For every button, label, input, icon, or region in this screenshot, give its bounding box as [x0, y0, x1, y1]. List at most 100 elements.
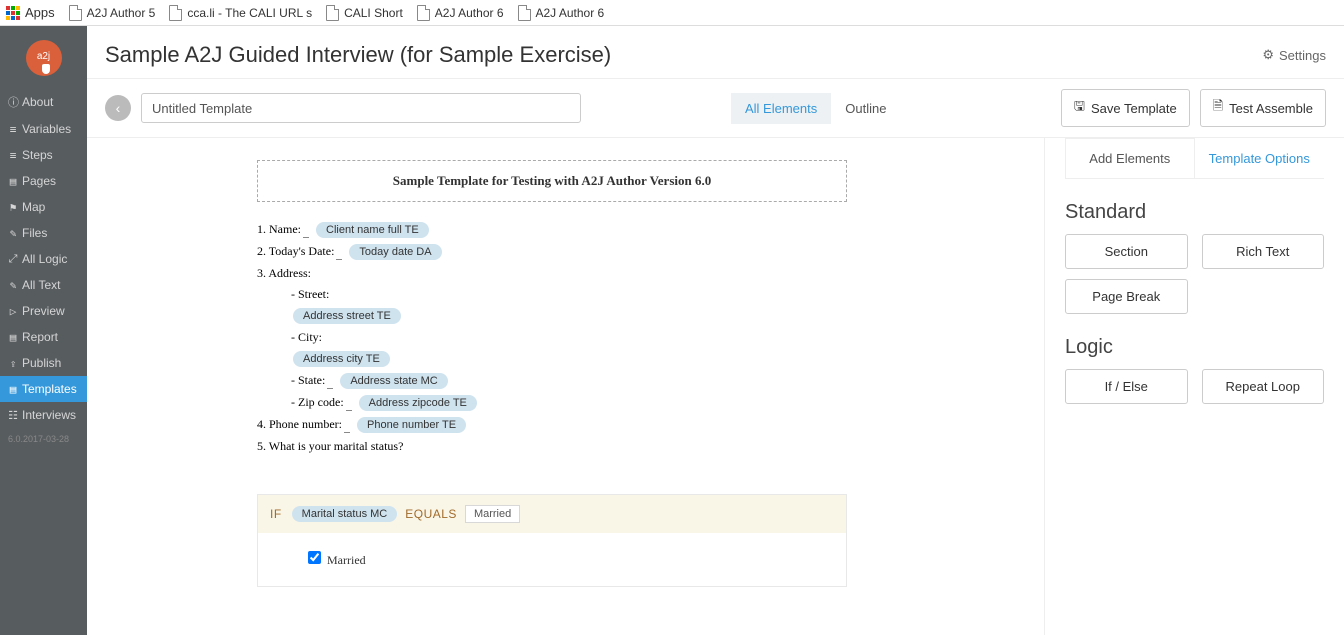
tab-outline[interactable]: Outline [831, 93, 900, 124]
map-icon: ⚑ [8, 201, 18, 214]
templates-icon: ▤ [8, 383, 18, 396]
doc-icon [518, 5, 531, 21]
married-checkbox[interactable] [308, 551, 321, 564]
header: Sample A2J Guided Interview (for Sample … [87, 26, 1344, 79]
back-button[interactable]: ‹ [105, 95, 131, 121]
add-section-button[interactable]: Section [1065, 234, 1188, 269]
sidebar-item-map[interactable]: ⚑ Map [0, 194, 87, 220]
form-line[interactable]: 1. Name: Client name full TE [257, 222, 847, 238]
sidebar-item-all-text[interactable]: ✎ All Text [0, 272, 87, 298]
sidebar-item-about[interactable]: ⓘ About [0, 88, 87, 116]
sidebar-item-label: Publish [22, 356, 61, 370]
doc-icon [69, 5, 82, 21]
gear-icon: ⚙ [1262, 47, 1274, 63]
equals-keyword: EQUALS [405, 507, 457, 521]
sidebar-item-label: Map [22, 200, 45, 214]
add-repeatloop-button[interactable]: Repeat Loop [1202, 369, 1325, 404]
form-line[interactable]: - City: [291, 330, 847, 345]
sidebar-item-interviews[interactable]: ☷ Interviews [0, 402, 87, 428]
form-line[interactable]: Address street TE [291, 308, 847, 324]
variable-chip[interactable]: Client name full TE [316, 222, 429, 238]
panel-tab-add-elements[interactable]: Add Elements [1065, 138, 1195, 178]
bookmark-item[interactable]: A2J Author 6 [417, 5, 504, 21]
settings-button[interactable]: ⚙ Settings [1262, 47, 1326, 63]
bookmark-item[interactable]: A2J Author 5 [69, 5, 156, 21]
form-line[interactable]: - State: Address state MC [291, 373, 847, 389]
form-line[interactable]: 3. Address: [257, 266, 847, 281]
all-logic-icon: ⤢ [8, 252, 18, 266]
sidebar: a2j ⓘAbout≡Variables≡Steps▤Pages⚑Map✎Fil… [0, 26, 87, 635]
add-ifelse-button[interactable]: If / Else [1065, 369, 1188, 404]
doc-icon [326, 5, 339, 21]
sidebar-item-pages[interactable]: ▤ Pages [0, 168, 87, 194]
interviews-icon: ☷ [8, 409, 18, 422]
form-line[interactable]: 4. Phone number: Phone number TE [257, 417, 847, 433]
sidebar-item-label: All Logic [22, 252, 67, 266]
pages-icon: ▤ [8, 175, 18, 188]
panel-tab-template-options[interactable]: Template Options [1195, 138, 1325, 178]
sidebar-item-label: Preview [22, 304, 65, 318]
sidebar-item-preview[interactable]: ▷ Preview [0, 298, 87, 324]
template-name-input[interactable] [141, 93, 581, 123]
add-richtext-button[interactable]: Rich Text [1202, 234, 1325, 269]
form-line[interactable]: - Zip code: Address zipcode TE [291, 395, 847, 411]
variable-chip[interactable]: Phone number TE [357, 417, 466, 433]
about-icon: ⓘ [8, 94, 18, 110]
template-heading[interactable]: Sample Template for Testing with A2J Aut… [257, 160, 847, 202]
if-block[interactable]: IF Marital status MC EQUALS Married Marr… [257, 494, 847, 587]
save-icon: 🖫 [1074, 97, 1085, 119]
bookmark-bar: Apps A2J Author 5 cca.li - The CALI URL … [0, 0, 1344, 26]
template-canvas[interactable]: Sample Template for Testing with A2J Aut… [87, 138, 1044, 635]
bookmark-item[interactable]: A2J Author 6 [518, 5, 605, 21]
sidebar-item-label: All Text [22, 278, 60, 292]
tab-all-elements[interactable]: All Elements [731, 93, 831, 124]
sidebar-item-templates[interactable]: ▤ Templates [0, 376, 87, 402]
preview-icon: ▷ [8, 305, 18, 318]
save-template-button[interactable]: 🖫Save Template [1061, 89, 1190, 127]
sidebar-item-steps[interactable]: ≡ Steps [0, 142, 87, 168]
test-assemble-button[interactable]: 🗎Test Assemble [1200, 89, 1326, 127]
if-body[interactable]: Married [258, 533, 846, 586]
chevron-left-icon: ‹ [116, 100, 121, 116]
steps-icon: ≡ [8, 149, 18, 162]
form-line[interactable]: 5. What is your marital status? [257, 439, 847, 454]
add-pagebreak-button[interactable]: Page Break [1065, 279, 1188, 314]
form-line[interactable]: Address city TE [291, 351, 847, 367]
sidebar-item-label: Files [22, 226, 47, 240]
apps-label: Apps [25, 5, 55, 20]
panel-section-standard: Standard [1065, 201, 1324, 224]
apps-button[interactable]: Apps [6, 5, 55, 20]
variable-chip[interactable]: Marital status MC [292, 506, 398, 522]
if-header[interactable]: IF Marital status MC EQUALS Married [258, 495, 846, 533]
doc-icon [417, 5, 430, 21]
report-icon: ▤ [8, 331, 18, 344]
sidebar-item-label: Steps [22, 148, 53, 162]
sidebar-item-label: Interviews [22, 408, 76, 422]
panel-section-logic: Logic [1065, 336, 1324, 359]
publish-icon: ⇪ [8, 357, 18, 370]
variable-chip[interactable]: Address city TE [293, 351, 390, 367]
files-icon: ✎ [8, 227, 18, 240]
form-line[interactable]: - Street: [291, 287, 847, 302]
sidebar-item-label: About [22, 95, 53, 109]
variable-chip[interactable]: Address street TE [293, 308, 401, 324]
variable-chip[interactable]: Today date DA [349, 244, 441, 260]
sidebar-item-label: Templates [22, 382, 77, 396]
page-title: Sample A2J Guided Interview (for Sample … [105, 42, 611, 68]
value-box[interactable]: Married [465, 505, 520, 523]
all-text-icon: ✎ [8, 279, 18, 292]
form-line[interactable]: 2. Today's Date: Today date DA [257, 244, 847, 260]
sidebar-item-label: Variables [22, 122, 71, 136]
version-label: 6.0.2017-03-28 [0, 428, 87, 450]
bookmark-item[interactable]: CALI Short [326, 5, 403, 21]
sidebar-item-report[interactable]: ▤Report [0, 324, 87, 350]
sidebar-item-variables[interactable]: ≡Variables [0, 116, 87, 142]
sidebar-item-files[interactable]: ✎ Files [0, 220, 87, 246]
variable-chip[interactable]: Address state MC [340, 373, 447, 389]
sidebar-item-all-logic[interactable]: ⤢ All Logic [0, 246, 87, 272]
sidebar-item-label: Pages [22, 174, 56, 188]
apps-icon [6, 6, 20, 20]
bookmark-item[interactable]: cca.li - The CALI URL s [169, 5, 312, 21]
sidebar-item-publish[interactable]: ⇪ Publish [0, 350, 87, 376]
variable-chip[interactable]: Address zipcode TE [359, 395, 477, 411]
